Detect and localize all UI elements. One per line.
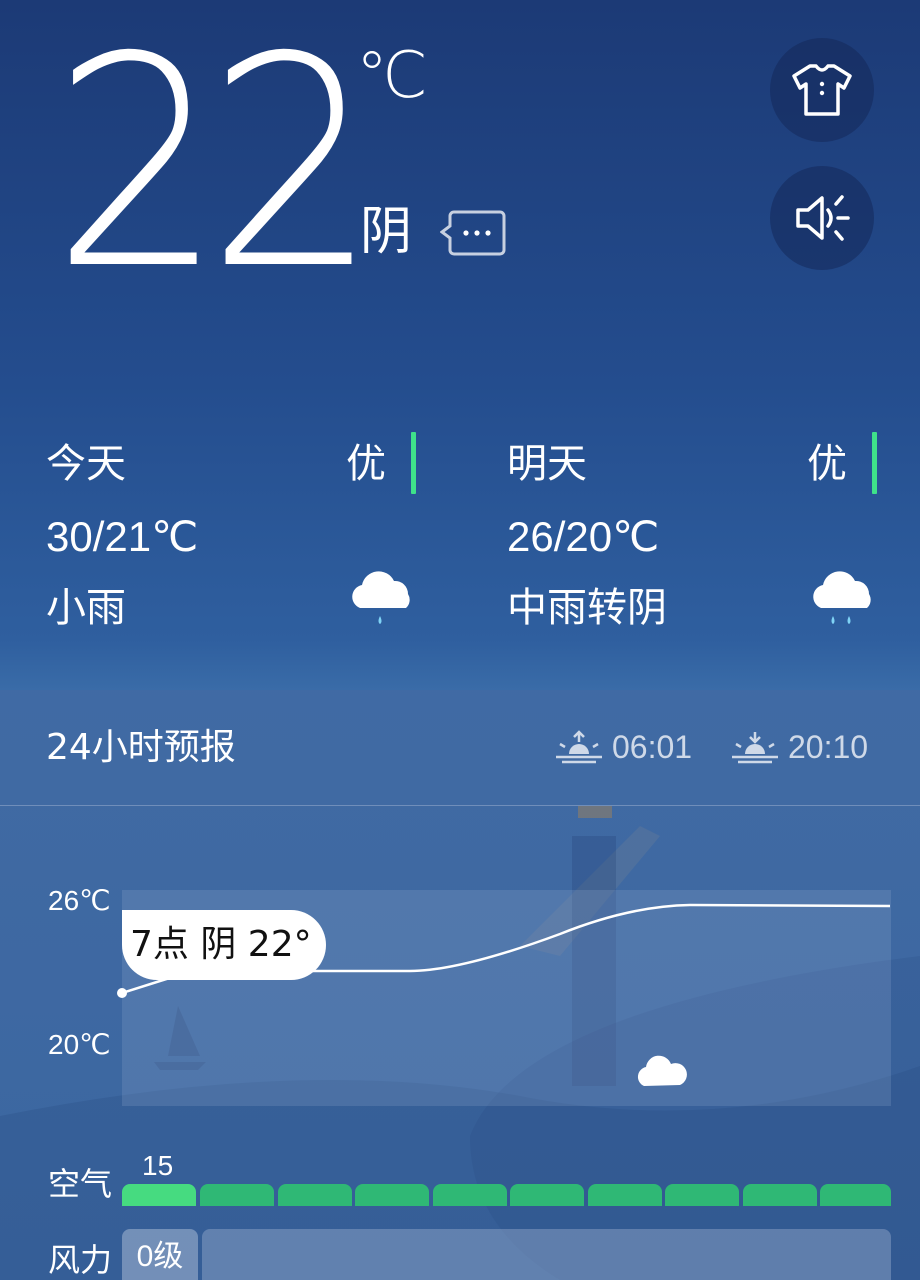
air-row-label: 空气 bbox=[48, 1165, 113, 1203]
aqi-segment[interactable] bbox=[510, 1184, 584, 1206]
aqi-segment[interactable] bbox=[665, 1184, 739, 1206]
hour-tooltip[interactable]: 7点 阴 22° bbox=[122, 910, 326, 980]
day-label: 今天 bbox=[46, 441, 126, 487]
hourly-forecast-panel: 24小时预报 06:01 20:10 26℃ 20℃ 7点 阴 22° 空气 1… bbox=[0, 690, 920, 1280]
current-temperature: 22 bbox=[52, 0, 378, 333]
temperature-range: 30/21℃ bbox=[46, 513, 199, 560]
voice-broadcast-button[interactable] bbox=[770, 166, 874, 270]
aqi-segment[interactable] bbox=[278, 1184, 352, 1206]
chat-bubble-icon bbox=[439, 210, 506, 256]
day-condition: 小雨 bbox=[46, 585, 126, 631]
wind-row-label: 风力 bbox=[48, 1241, 113, 1279]
wind-level-segment[interactable] bbox=[202, 1229, 891, 1280]
current-condition: 阴 bbox=[360, 202, 413, 262]
weather-screen: 22 ℃ 阴 今天 优 30/21℃ 小雨 明天 优 26/20℃ 中雨转阴 2… bbox=[0, 0, 920, 1280]
aqi-value: 15 bbox=[142, 1150, 174, 1181]
aqi-segment[interactable] bbox=[355, 1184, 429, 1206]
aqi-segment[interactable] bbox=[122, 1184, 196, 1206]
weather-comment-button[interactable] bbox=[439, 206, 508, 260]
aqi-segment[interactable] bbox=[820, 1184, 891, 1206]
wind-level-segment[interactable]: 0级 bbox=[122, 1229, 198, 1280]
day-label: 明天 bbox=[507, 441, 587, 487]
speaker-icon bbox=[796, 195, 850, 241]
shirt-icon bbox=[792, 64, 852, 116]
moderate-rain-cloud-icon bbox=[813, 571, 871, 624]
aqi-segment[interactable] bbox=[588, 1184, 662, 1206]
air-quality-label: 优 bbox=[807, 441, 847, 487]
today-forecast-card[interactable]: 今天 优 30/21℃ 小雨 bbox=[46, 430, 416, 640]
temperature-range: 26/20℃ bbox=[507, 513, 660, 560]
air-quality-indicator bbox=[872, 432, 877, 494]
air-quality-label: 优 bbox=[346, 441, 386, 487]
aqi-segment[interactable] bbox=[433, 1184, 507, 1206]
cloud-icon bbox=[637, 1055, 687, 1086]
dressing-index-button[interactable] bbox=[770, 38, 874, 142]
aqi-segment[interactable] bbox=[200, 1184, 274, 1206]
air-quality-indicator bbox=[411, 432, 416, 494]
day-condition: 中雨转阴 bbox=[507, 585, 667, 631]
aqi-segment[interactable] bbox=[743, 1184, 817, 1206]
tomorrow-forecast-card[interactable]: 明天 优 26/20℃ 中雨转阴 bbox=[507, 430, 877, 640]
temperature-unit: ℃ bbox=[356, 39, 428, 113]
light-rain-cloud-icon bbox=[352, 571, 410, 624]
